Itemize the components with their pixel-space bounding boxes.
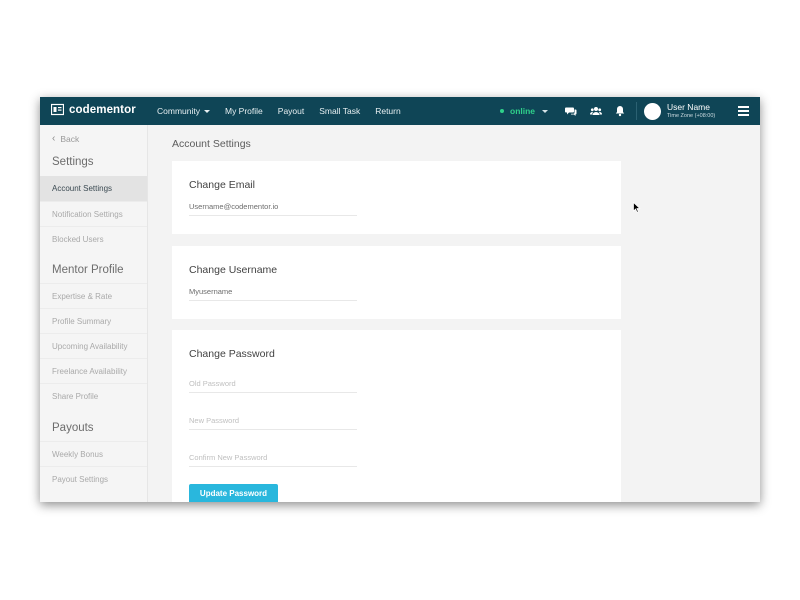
old-password-field[interactable]: Old Password bbox=[189, 376, 357, 393]
back-label: Back bbox=[60, 133, 80, 144]
nav-small-task[interactable]: Small Task bbox=[319, 106, 360, 116]
change-password-card: Change Password Old Password New Passwor… bbox=[172, 330, 621, 502]
user-timezone: Time Zone (+08:00) bbox=[667, 113, 716, 119]
main-nav: Community My Profile Payout Small Task R… bbox=[157, 97, 416, 125]
hamburger-menu-icon[interactable] bbox=[738, 106, 749, 116]
back-link[interactable]: ‹ Back bbox=[52, 133, 79, 144]
change-password-title: Change Password bbox=[189, 348, 275, 360]
status-label: online bbox=[510, 106, 536, 116]
mouse-cursor-icon bbox=[633, 202, 641, 213]
sidebar-heading-settings: Settings bbox=[52, 156, 94, 168]
sidebar-item-upcoming-availability[interactable]: Upcoming Availability bbox=[40, 333, 147, 358]
new-password-field[interactable]: New Password bbox=[189, 413, 357, 430]
avatar[interactable] bbox=[644, 103, 661, 120]
change-username-title: Change Username bbox=[189, 264, 278, 276]
chat-icon[interactable] bbox=[565, 105, 577, 117]
sidebar-item-freelance-availability[interactable]: Freelance Availability bbox=[40, 358, 147, 383]
nav-my-profile-label: My Profile bbox=[224, 106, 263, 116]
nav-return[interactable]: Return bbox=[375, 106, 401, 116]
sidebar-heading-mentor-profile: Mentor Profile bbox=[52, 264, 124, 276]
chevron-left-icon: ‹ bbox=[52, 133, 56, 144]
main-content: Account Settings Change Email Username@c… bbox=[148, 125, 760, 502]
user-name: User Name bbox=[667, 102, 710, 112]
app-window: codementor Community My Profile Payout S… bbox=[40, 97, 760, 502]
user-menu[interactable]: User Name Time Zone (+08:00) bbox=[667, 102, 715, 120]
username-field[interactable]: Myusername bbox=[189, 284, 357, 301]
nav-payout-label: Payout bbox=[277, 106, 305, 116]
update-password-button[interactable]: Update Password bbox=[189, 484, 278, 502]
top-navbar: codementor Community My Profile Payout S… bbox=[40, 97, 760, 125]
sidebar-item-account-settings[interactable]: Account Settings bbox=[40, 176, 147, 201]
codementor-logo-icon bbox=[51, 103, 64, 116]
chevron-down-icon bbox=[203, 109, 210, 113]
chevron-down-icon bbox=[542, 109, 549, 113]
status-toggle[interactable]: online bbox=[500, 97, 549, 125]
confirm-password-field[interactable]: Confirm New Password bbox=[189, 450, 357, 467]
sidebar-item-profile-summary[interactable]: Profile Summary bbox=[40, 308, 147, 333]
nav-payout[interactable]: Payout bbox=[278, 106, 304, 116]
change-email-card: Change Email Username@codementor.io bbox=[172, 161, 621, 234]
sidebar-heading-payouts: Payouts bbox=[52, 422, 94, 434]
bell-icon[interactable] bbox=[614, 105, 626, 117]
page-title: Account Settings bbox=[172, 138, 251, 150]
group-icon[interactable] bbox=[590, 105, 602, 117]
logo[interactable]: codementor bbox=[51, 103, 136, 116]
sidebar-item-notification-settings[interactable]: Notification Settings bbox=[40, 201, 147, 226]
email-field[interactable]: Username@codementor.io bbox=[189, 199, 357, 216]
nav-return-label: Return bbox=[375, 106, 401, 116]
nav-community-label: Community bbox=[157, 106, 200, 116]
brand-name: codementor bbox=[69, 103, 136, 116]
change-username-card: Change Username Myusername bbox=[172, 246, 621, 319]
topbar-divider bbox=[636, 102, 637, 120]
settings-sidebar: ‹ Back Settings Account Settings Notific… bbox=[40, 125, 148, 502]
nav-community[interactable]: Community bbox=[157, 106, 210, 116]
nav-my-profile[interactable]: My Profile bbox=[225, 106, 263, 116]
sidebar-item-share-profile[interactable]: Share Profile bbox=[40, 383, 147, 408]
status-dot-icon bbox=[500, 109, 504, 113]
nav-small-task-label: Small Task bbox=[319, 106, 361, 116]
sidebar-item-blocked-users[interactable]: Blocked Users bbox=[40, 226, 147, 251]
sidebar-item-payout-settings[interactable]: Payout Settings bbox=[40, 466, 147, 491]
change-email-title: Change Email bbox=[189, 179, 255, 191]
sidebar-item-weekly-bonus[interactable]: Weekly Bonus bbox=[40, 441, 147, 466]
sidebar-item-expertise-rate[interactable]: Expertise & Rate bbox=[40, 283, 147, 308]
